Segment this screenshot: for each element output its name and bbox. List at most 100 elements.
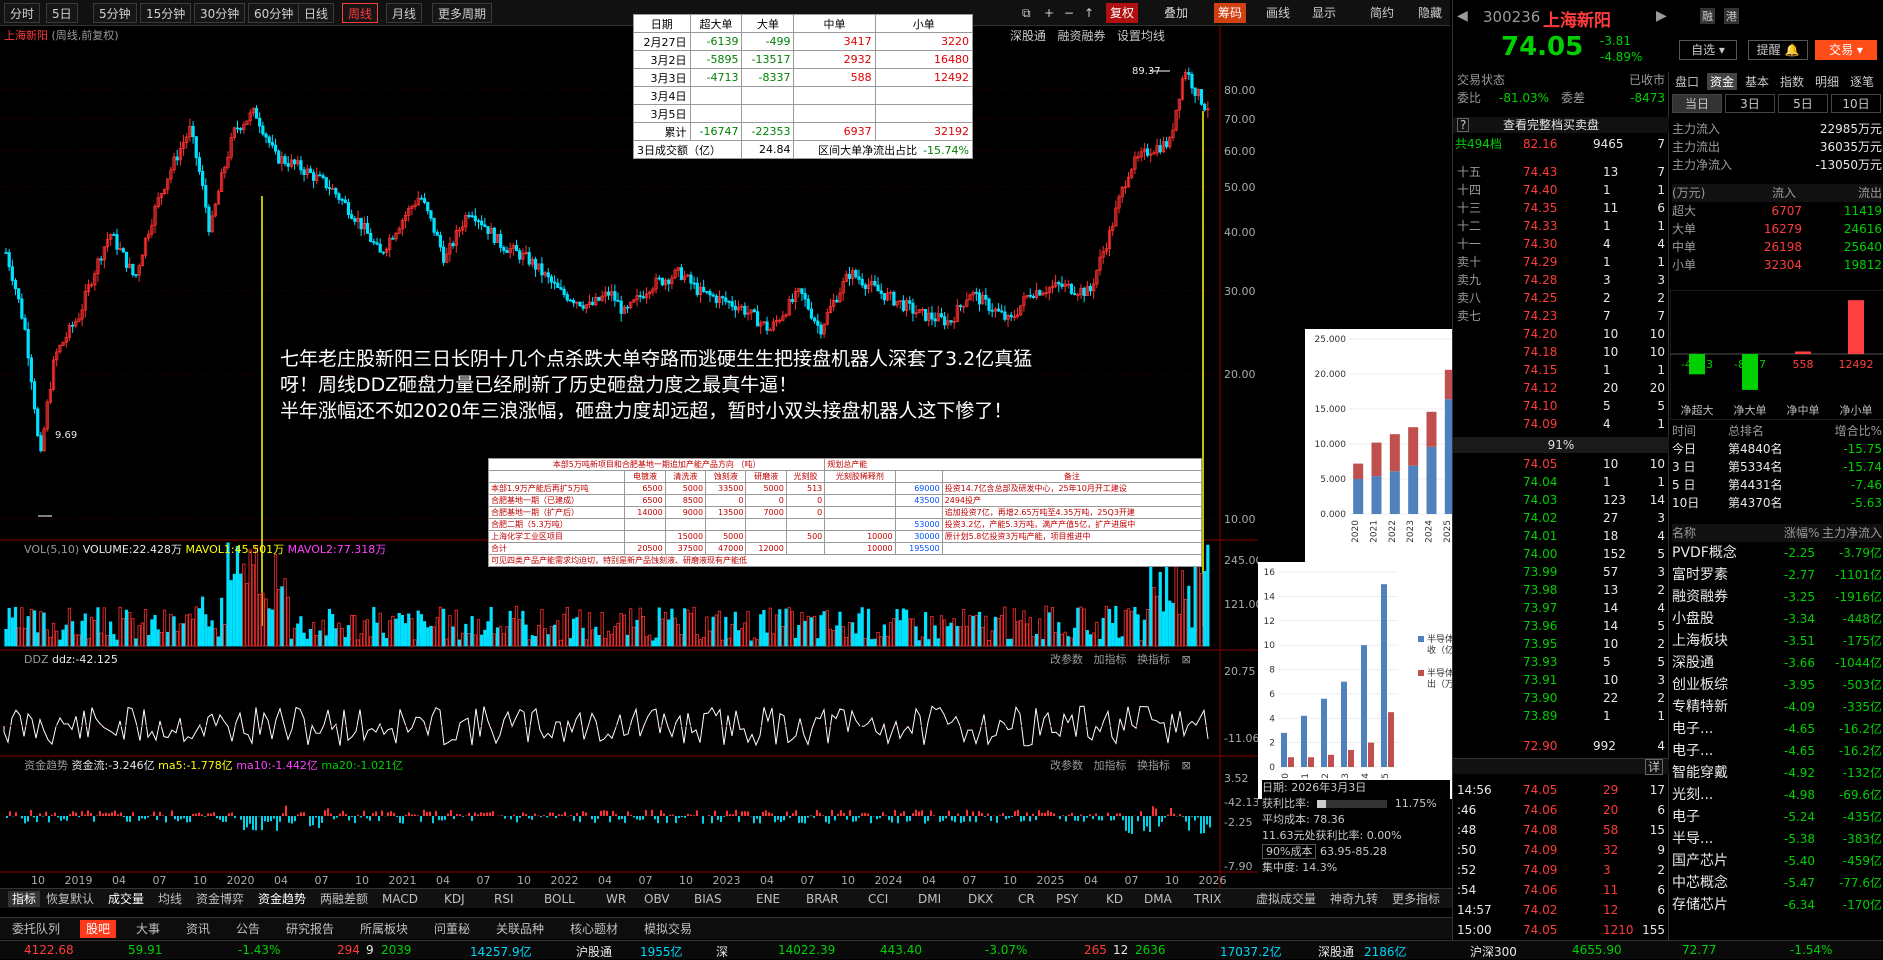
close-icon[interactable]: ⊠ [1182, 653, 1191, 666]
sector-row[interactable]: 电子-5.24-435亿 [1672, 806, 1882, 828]
period-button-8[interactable]: 月线 [386, 3, 422, 23]
indicator-tab-18[interactable]: DKX [968, 891, 993, 907]
period-button-9[interactable]: 更多周期 [432, 3, 492, 23]
indicator-tab-5[interactable]: 资金趋势 [258, 891, 306, 907]
period-button-0[interactable]: 分时 [4, 3, 40, 23]
toolbar-right-button-3[interactable]: 画线 [1262, 3, 1294, 23]
sector-row[interactable]: PVDF概念-2.25-3.79亿 [1672, 542, 1882, 564]
order-book-sell-row[interactable]: 卖九74.2833 [1453, 272, 1669, 288]
sector-row[interactable]: 电子...-4.65-16.2亿 [1672, 740, 1882, 762]
indicator-tab-24[interactable]: 虚拟成交量 [1256, 891, 1316, 907]
fund-tab-0[interactable]: 盘口 [1672, 73, 1702, 90]
indicator-tab-7[interactable]: MACD [382, 891, 418, 907]
indicator-tab-6[interactable]: 两融差额 [320, 891, 368, 907]
sector-row[interactable]: 电子...-4.65-16.2亿 [1672, 718, 1882, 740]
sector-row[interactable]: 创业板综-3.95-503亿 [1672, 674, 1882, 696]
toolbar-right-button-4[interactable]: 显示 [1308, 3, 1340, 23]
indicator-tab-3[interactable]: 均线 [158, 891, 182, 907]
indicator-tab-20[interactable]: PSY [1056, 891, 1078, 907]
bottom-nav-4[interactable]: 公告 [230, 920, 266, 938]
next-stock-icon[interactable]: ▶ [1656, 8, 1667, 24]
order-book-buy-row[interactable]: 74.051010 [1453, 456, 1669, 472]
order-book-sell-row[interactable]: 74.181010 [1453, 344, 1669, 360]
zoom-in-icon[interactable]: + [1040, 3, 1058, 23]
bottom-nav-5[interactable]: 研究报告 [280, 920, 340, 938]
indicator-tab-13[interactable]: BIAS [694, 891, 722, 907]
period-button-3[interactable]: 15分钟 [140, 3, 191, 23]
order-book-buy-row[interactable]: 74.02273 [1453, 510, 1669, 526]
bottom-nav-2[interactable]: 大事 [130, 920, 166, 938]
order-book-sell-row[interactable]: 74.1055 [1453, 398, 1669, 414]
indicator-tab-15[interactable]: BRAR [806, 891, 839, 907]
chip-cost-select[interactable]: 90%成本 [1262, 844, 1316, 859]
fund-swap-indicator-button[interactable]: 换指标 [1137, 759, 1170, 772]
indicator-tab-10[interactable]: BOLL [544, 891, 575, 907]
order-book-sell-row[interactable]: 74.201010 [1453, 326, 1669, 342]
order-book-buy-row[interactable]: 73.90222 [1453, 690, 1669, 706]
toolbar-right-button-0[interactable]: 复权 [1106, 3, 1138, 23]
ddz-add-indicator-button[interactable]: 加指标 [1094, 653, 1127, 666]
period-button-6[interactable]: 日线 [298, 3, 334, 23]
indicator-tab-4[interactable]: 资金博弈 [196, 891, 244, 907]
order-book-sell-row[interactable]: 十四74.4011 [1453, 182, 1669, 198]
order-book-buy-row[interactable]: 73.9355 [1453, 654, 1669, 670]
arrow-up-icon[interactable]: ↑ [1080, 3, 1098, 23]
order-book-buy-row[interactable]: 74.01184 [1453, 528, 1669, 544]
indicator-tab-11[interactable]: WR [606, 891, 626, 907]
period-button-5[interactable]: 60分钟 [248, 3, 299, 23]
sector-row[interactable]: 专精特新-4.09-335亿 [1672, 696, 1882, 718]
order-book-buy-row[interactable]: 73.91103 [1453, 672, 1669, 688]
order-book-sell-row[interactable]: 74.122020 [1453, 380, 1669, 396]
fund-add-indicator-button[interactable]: 加指标 [1094, 759, 1127, 772]
indicator-tab-9[interactable]: RSI [494, 891, 514, 907]
indicator-tab-8[interactable]: KDJ [444, 891, 465, 907]
sector-row[interactable]: 智能穿戴-4.92-132亿 [1672, 762, 1882, 784]
help-icon[interactable]: ? [1457, 118, 1469, 132]
toolbar-right-button-1[interactable]: 叠加 [1160, 3, 1192, 23]
order-book-buy-row[interactable]: 74.0411 [1453, 474, 1669, 490]
sector-row[interactable]: 半导...-5.38-383亿 [1672, 828, 1882, 850]
prev-stock-icon[interactable]: ◀ [1457, 8, 1468, 24]
order-book-sell-row[interactable]: 十三74.35116 [1453, 200, 1669, 216]
sector-row[interactable]: 光刻...-4.98-69.6亿 [1672, 784, 1882, 806]
order-book-buy-row[interactable]: 74.0312314 [1453, 492, 1669, 508]
order-book-buy-row[interactable]: 73.96145 [1453, 618, 1669, 634]
order-book-buy-row[interactable]: 73.97144 [1453, 600, 1669, 616]
indicator-tab-22[interactable]: DMA [1144, 891, 1172, 907]
order-book-buy-row[interactable]: 73.95102 [1453, 636, 1669, 652]
sector-row[interactable]: 中芯概念-5.47-77.6亿 [1672, 872, 1882, 894]
indicator-tab-19[interactable]: CR [1018, 891, 1035, 907]
fund-period-2[interactable]: 5日 [1778, 94, 1828, 113]
bottom-nav-1[interactable]: 股吧 [80, 920, 116, 938]
alert-button[interactable]: 提醒 🔔 [1748, 40, 1808, 60]
order-book-sell-row[interactable]: 十二74.3311 [1453, 218, 1669, 234]
ddz-swap-indicator-button[interactable]: 换指标 [1137, 653, 1170, 666]
order-book-sell-row[interactable]: 卖十74.2911 [1453, 254, 1669, 270]
fund-tab-5[interactable]: 逐笔 [1847, 73, 1877, 90]
order-book-buy-row[interactable]: 74.001525 [1453, 546, 1669, 562]
restore-icon[interactable]: ⧉ [1018, 3, 1035, 23]
toolbar-right-button-5[interactable]: 简约 [1366, 3, 1398, 23]
fund-tab-3[interactable]: 指数 [1777, 73, 1807, 90]
indicator-tab-26[interactable]: 更多指标 [1392, 891, 1440, 907]
order-book-buy-row[interactable]: 73.8911 [1453, 708, 1669, 724]
fund-period-0[interactable]: 当日 [1672, 94, 1722, 113]
link-sgt[interactable]: 深股通 [1010, 29, 1046, 43]
indicator-tab-21[interactable]: KD [1106, 891, 1123, 907]
fund-period-3[interactable]: 10日 [1831, 94, 1881, 113]
chart-area[interactable]: 80.0070.0060.0050.0040.0030.0020.0010.00… [0, 26, 1258, 888]
ddz-edit-param-button[interactable]: 改参数 [1050, 653, 1083, 666]
bottom-nav-10[interactable]: 模拟交易 [638, 920, 698, 938]
indicator-tab-16[interactable]: CCI [868, 891, 888, 907]
full-book-link[interactable]: 查看完整档买卖盘 [1503, 117, 1599, 133]
sector-row[interactable]: 深股通-3.66-1044亿 [1672, 652, 1882, 674]
trade-button[interactable]: 交易 ▾ [1815, 40, 1877, 60]
bottom-nav-7[interactable]: 问董秘 [428, 920, 476, 938]
period-button-1[interactable]: 5日 [46, 3, 78, 23]
sector-row[interactable]: 存储芯片-6.34-170亿 [1672, 894, 1882, 916]
bottom-nav-0[interactable]: 委托队列 [6, 920, 66, 938]
zoom-out-icon[interactable]: − [1060, 3, 1078, 23]
order-book-buy-row[interactable]: 73.99573 [1453, 564, 1669, 580]
indicator-tab-12[interactable]: OBV [644, 891, 670, 907]
indicator-tab-0[interactable]: 指标 [8, 891, 40, 907]
